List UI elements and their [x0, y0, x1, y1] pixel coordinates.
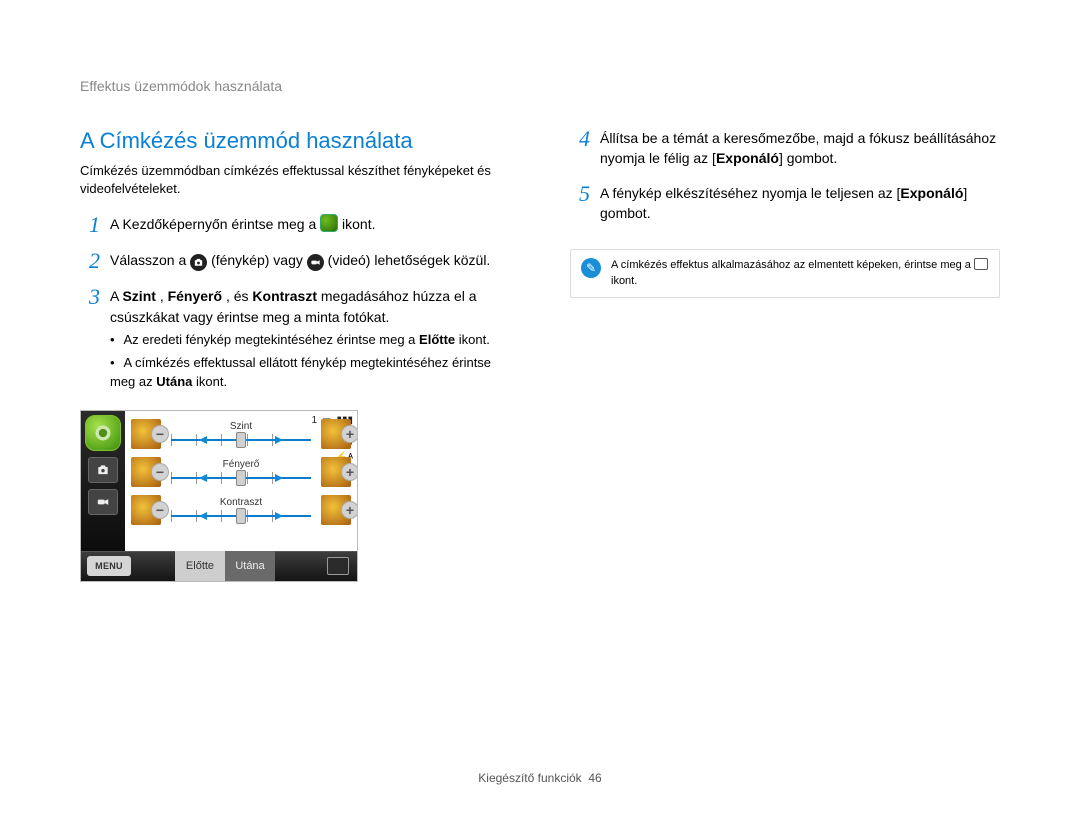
- mode-rail: [81, 411, 125, 551]
- step2-post: (videó) lehetőségek közül.: [328, 252, 491, 268]
- step-3: 3 A Szint , Fényerő , és Kontraszt megad…: [80, 286, 510, 395]
- level-minus-thumb[interactable]: −: [131, 419, 161, 449]
- gallery-edit-icon: [974, 258, 988, 270]
- left-column: A Címkézés üzemmód használata Címkézés ü…: [80, 128, 510, 582]
- info-note: ✎ A címkézés effektus alkalmazásához az …: [570, 249, 1000, 298]
- step-5: 5 A fénykép elkészítéséhez nyomja le tel…: [570, 183, 1000, 224]
- step-1: 1 A Kezdőképernyőn érintse meg a ikont.: [80, 214, 510, 236]
- video-icon: [307, 254, 324, 271]
- mode-photo-button[interactable]: [88, 457, 118, 483]
- slider-brightness-row: − Fényerő +: [131, 453, 351, 491]
- step3-brightness: Fényerő: [168, 288, 222, 304]
- step-2: 2 Válasszon a (fénykép) vagy (videó) leh…: [80, 250, 510, 272]
- manual-page: Effektus üzemmódok használata A Címkézés…: [0, 0, 1080, 582]
- step3-contrast: Kontraszt: [252, 288, 317, 304]
- slider-brightness[interactable]: [171, 472, 311, 484]
- slider-contrast[interactable]: [171, 510, 311, 522]
- shot-count: 1: [311, 415, 317, 426]
- slider-brightness-label: Fényerő: [223, 459, 260, 470]
- step3-sep1: ,: [160, 288, 168, 304]
- step5-button: Exponáló: [900, 185, 963, 201]
- slider-level-label: Szint: [230, 421, 252, 432]
- intro-text: Címkézés üzemmódban címkézés effektussal…: [80, 162, 510, 198]
- sub-before: Az eredeti fénykép megtekintéséhez érint…: [110, 331, 510, 350]
- step1-pre: A Kezdőképernyőn érintse meg a: [110, 216, 320, 232]
- contrast-plus-thumb[interactable]: +: [321, 495, 351, 525]
- breadcrumb: Effektus üzemmódok használata: [80, 78, 1000, 94]
- footer-label: Kiegészítő funkciók: [478, 771, 581, 785]
- brightness-plus-thumb[interactable]: +: [321, 457, 351, 487]
- step-number: 1: [80, 214, 100, 236]
- step-4: 4 Állítsa be a témát a keresőmezőbe, maj…: [570, 128, 1000, 169]
- mode-video-button[interactable]: [88, 489, 118, 515]
- step4-post: ] gombot.: [779, 150, 837, 166]
- left-steps: 1 A Kezdőképernyőn érintse meg a ikont. …: [80, 214, 510, 395]
- step-number: 5: [570, 183, 590, 205]
- step3-sep2: , és: [226, 288, 252, 304]
- tab-before[interactable]: Előtte: [175, 551, 225, 581]
- step-number: 3: [80, 286, 100, 308]
- camera-preview: 1 ▭ ▮▮▮ ▣ ⚡ᴬ − Szint: [80, 410, 358, 582]
- photo-icon: [190, 254, 207, 271]
- compare-icon[interactable]: [327, 557, 349, 575]
- page-footer: Kiegészítő funkciók 46: [0, 771, 1080, 785]
- contrast-minus-thumb[interactable]: −: [131, 495, 161, 525]
- menu-button[interactable]: MENU: [87, 556, 131, 576]
- slider-contrast-row: − Kontraszt +: [131, 491, 351, 529]
- step2-mid: (fénykép) vagy: [211, 252, 307, 268]
- info-icon: ✎: [581, 258, 601, 278]
- right-steps: 4 Állítsa be a témát a keresőmezőbe, maj…: [570, 128, 1000, 223]
- slider-level[interactable]: [171, 434, 311, 446]
- step1-post: ikont.: [342, 216, 375, 232]
- slider-contrast-label: Kontraszt: [220, 497, 262, 508]
- level-plus-thumb[interactable]: +: [321, 419, 351, 449]
- sub-after: A címkézés effektussal ellátott fénykép …: [110, 354, 510, 392]
- preview-toolbar: MENU Előtte Utána: [81, 551, 357, 581]
- step3-level: Szint: [122, 288, 155, 304]
- step2-pre: Válasszon a: [110, 252, 190, 268]
- tab-after[interactable]: Utána: [225, 551, 275, 581]
- footer-page: 46: [588, 771, 601, 785]
- step3-sublist: Az eredeti fénykép megtekintéséhez érint…: [110, 331, 510, 392]
- brightness-minus-thumb[interactable]: −: [131, 457, 161, 487]
- vignette-mode-icon: [320, 214, 338, 232]
- note-text: A címkézés effektus alkalmazásához az el…: [611, 258, 989, 289]
- right-column: 4 Állítsa be a témát a keresőmezőbe, maj…: [570, 128, 1000, 582]
- section-title: A Címkézés üzemmód használata: [80, 128, 510, 154]
- step-number: 4: [570, 128, 590, 150]
- mode-vignette-button[interactable]: [85, 415, 121, 451]
- content-columns: A Címkézés üzemmód használata Címkézés ü…: [80, 128, 1000, 582]
- step-number: 2: [80, 250, 100, 272]
- step3-pre: A: [110, 288, 122, 304]
- step4-button: Exponáló: [716, 150, 779, 166]
- preview-panel: 1 ▭ ▮▮▮ ▣ ⚡ᴬ − Szint: [125, 411, 357, 551]
- step5-pre: A fénykép elkészítéséhez nyomja le telje…: [600, 185, 900, 201]
